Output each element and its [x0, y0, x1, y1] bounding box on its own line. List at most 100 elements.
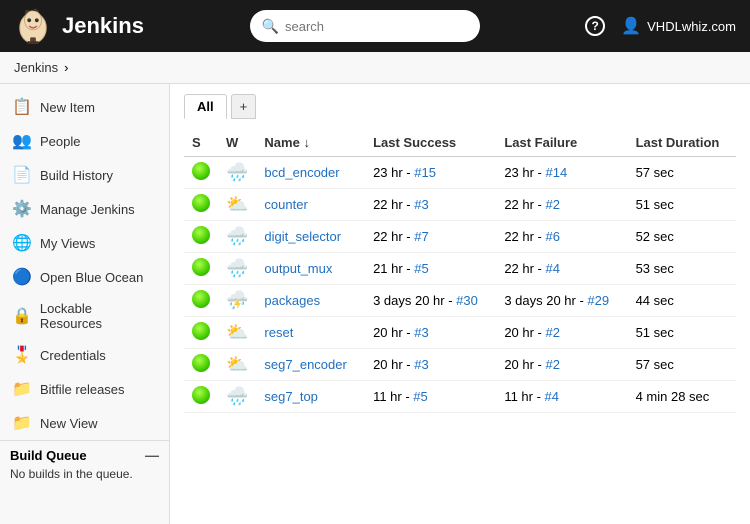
jobs-table: S W Name ↓ Last Success Last Failure Las… — [184, 129, 736, 413]
open-blue-ocean-icon: 🔵 — [12, 267, 32, 287]
name-cell-1: counter — [256, 189, 365, 221]
failure-link-3[interactable]: #4 — [546, 261, 560, 276]
table-row: 🌧️ output_mux 21 hr - #5 22 hr - #4 53 s… — [184, 253, 736, 285]
weather-cell-1: ⛅ — [218, 189, 256, 221]
col-header-name: Name ↓ — [256, 129, 365, 157]
failure-link-1[interactable]: #2 — [546, 197, 560, 212]
job-link-2[interactable]: digit_selector — [264, 229, 341, 244]
sidebar-item-build-history[interactable]: 📄Build History — [0, 158, 169, 192]
sidebar-item-bitfile-releases[interactable]: 📁Bitfile releases — [0, 372, 169, 406]
failure-cell-5: 20 hr - #2 — [496, 317, 627, 349]
weather-icon-1: ⛅ — [226, 194, 248, 214]
status-cell-6 — [184, 349, 218, 381]
search-bar[interactable]: 🔍 — [250, 10, 480, 42]
job-link-7[interactable]: seg7_top — [264, 389, 318, 404]
success-link-1[interactable]: #3 — [414, 197, 428, 212]
failure-link-5[interactable]: #2 — [546, 325, 560, 340]
success-link-4[interactable]: #30 — [456, 293, 478, 308]
sidebar-item-new-view[interactable]: 📁New View — [0, 406, 169, 440]
build-queue: Build Queue — No builds in the queue. — [0, 440, 169, 487]
status-cell-7 — [184, 381, 218, 413]
success-link-6[interactable]: #3 — [414, 357, 428, 372]
search-input[interactable] — [285, 19, 468, 34]
weather-cell-4: ⛈️ — [218, 285, 256, 317]
weather-cell-2: 🌧️ — [218, 221, 256, 253]
success-cell-3: 21 hr - #5 — [365, 253, 496, 285]
weather-cell-6: ⛅ — [218, 349, 256, 381]
sidebar-item-lockable-resources[interactable]: 🔒Lockable Resources — [0, 294, 169, 338]
tab-bar: All + — [184, 94, 736, 119]
success-link-3[interactable]: #5 — [414, 261, 428, 276]
status-green-0 — [192, 162, 210, 180]
sidebar-label-new-view: New View — [40, 416, 98, 431]
app-title: Jenkins — [62, 13, 144, 39]
jenkins-logo — [14, 7, 52, 45]
build-queue-minimize[interactable]: — — [145, 447, 159, 463]
job-link-5[interactable]: reset — [264, 325, 293, 340]
build-queue-title: Build Queue — [10, 448, 87, 463]
col-header-w: W — [218, 129, 256, 157]
weather-cell-0: 🌧️ — [218, 157, 256, 189]
name-cell-6: seg7_encoder — [256, 349, 365, 381]
failure-cell-1: 22 hr - #2 — [496, 189, 627, 221]
failure-cell-3: 22 hr - #4 — [496, 253, 627, 285]
weather-cell-5: ⛅ — [218, 317, 256, 349]
sidebar-items: 📋New Item👥People📄Build History⚙️Manage J… — [0, 90, 169, 440]
weather-icon-2: 🌧️ — [226, 226, 248, 246]
search-icon: 🔍 — [262, 18, 279, 35]
sidebar-item-manage-jenkins[interactable]: ⚙️Manage Jenkins — [0, 192, 169, 226]
status-green-1 — [192, 194, 210, 212]
duration-cell-3: 53 sec — [628, 253, 736, 285]
failure-link-2[interactable]: #6 — [546, 229, 560, 244]
job-link-0[interactable]: bcd_encoder — [264, 165, 339, 180]
name-cell-5: reset — [256, 317, 365, 349]
table-row: 🌧️ seg7_top 11 hr - #5 11 hr - #4 4 min … — [184, 381, 736, 413]
success-link-0[interactable]: #15 — [414, 165, 436, 180]
new-item-icon: 📋 — [12, 97, 32, 117]
help-button[interactable]: ? — [585, 16, 605, 36]
add-tab-button[interactable]: + — [231, 94, 257, 119]
failure-link-0[interactable]: #14 — [546, 165, 568, 180]
tab-all[interactable]: All — [184, 94, 227, 119]
job-link-3[interactable]: output_mux — [264, 261, 332, 276]
success-link-5[interactable]: #3 — [414, 325, 428, 340]
duration-cell-0: 57 sec — [628, 157, 736, 189]
sidebar-label-my-views: My Views — [40, 236, 95, 251]
failure-link-6[interactable]: #2 — [546, 357, 560, 372]
status-cell-4 — [184, 285, 218, 317]
build-history-icon: 📄 — [12, 165, 32, 185]
sidebar-item-new-item[interactable]: 📋New Item — [0, 90, 169, 124]
failure-cell-7: 11 hr - #4 — [496, 381, 627, 413]
my-views-icon: 🌐 — [12, 233, 32, 253]
success-link-2[interactable]: #7 — [414, 229, 428, 244]
breadcrumb-link[interactable]: Jenkins — [14, 60, 58, 75]
failure-link-7[interactable]: #4 — [545, 389, 559, 404]
col-header-s: S — [184, 129, 218, 157]
job-link-1[interactable]: counter — [264, 197, 307, 212]
sidebar-item-open-blue-ocean[interactable]: 🔵 Open Blue Ocean — [0, 260, 169, 294]
sidebar-label-people: People — [40, 134, 80, 149]
col-header-duration: Last Duration — [628, 129, 736, 157]
sidebar-item-my-views[interactable]: 🌐 My Views — [0, 226, 169, 260]
job-link-4[interactable]: packages — [264, 293, 320, 308]
success-link-7[interactable]: #5 — [413, 389, 427, 404]
col-header-success: Last Success — [365, 129, 496, 157]
status-cell-0 — [184, 157, 218, 189]
sidebar-item-people[interactable]: 👥People — [0, 124, 169, 158]
job-link-6[interactable]: seg7_encoder — [264, 357, 346, 372]
name-cell-2: digit_selector — [256, 221, 365, 253]
status-green-2 — [192, 226, 210, 244]
table-row: ⛈️ packages 3 days 20 hr - #30 3 days 20… — [184, 285, 736, 317]
failure-cell-6: 20 hr - #2 — [496, 349, 627, 381]
weather-cell-7: 🌧️ — [218, 381, 256, 413]
table-row: 🌧️ bcd_encoder 23 hr - #15 23 hr - #14 5… — [184, 157, 736, 189]
sidebar-label-manage-jenkins: Manage Jenkins — [40, 202, 135, 217]
weather-icon-7: 🌧️ — [226, 386, 248, 406]
status-cell-5 — [184, 317, 218, 349]
failure-link-4[interactable]: #29 — [587, 293, 609, 308]
status-cell-1 — [184, 189, 218, 221]
main-layout: 📋New Item👥People📄Build History⚙️Manage J… — [0, 84, 750, 524]
success-cell-5: 20 hr - #3 — [365, 317, 496, 349]
sidebar-label-open-blue-ocean: Open Blue Ocean — [40, 270, 143, 285]
sidebar-item-credentials[interactable]: 🎖️Credentials — [0, 338, 169, 372]
